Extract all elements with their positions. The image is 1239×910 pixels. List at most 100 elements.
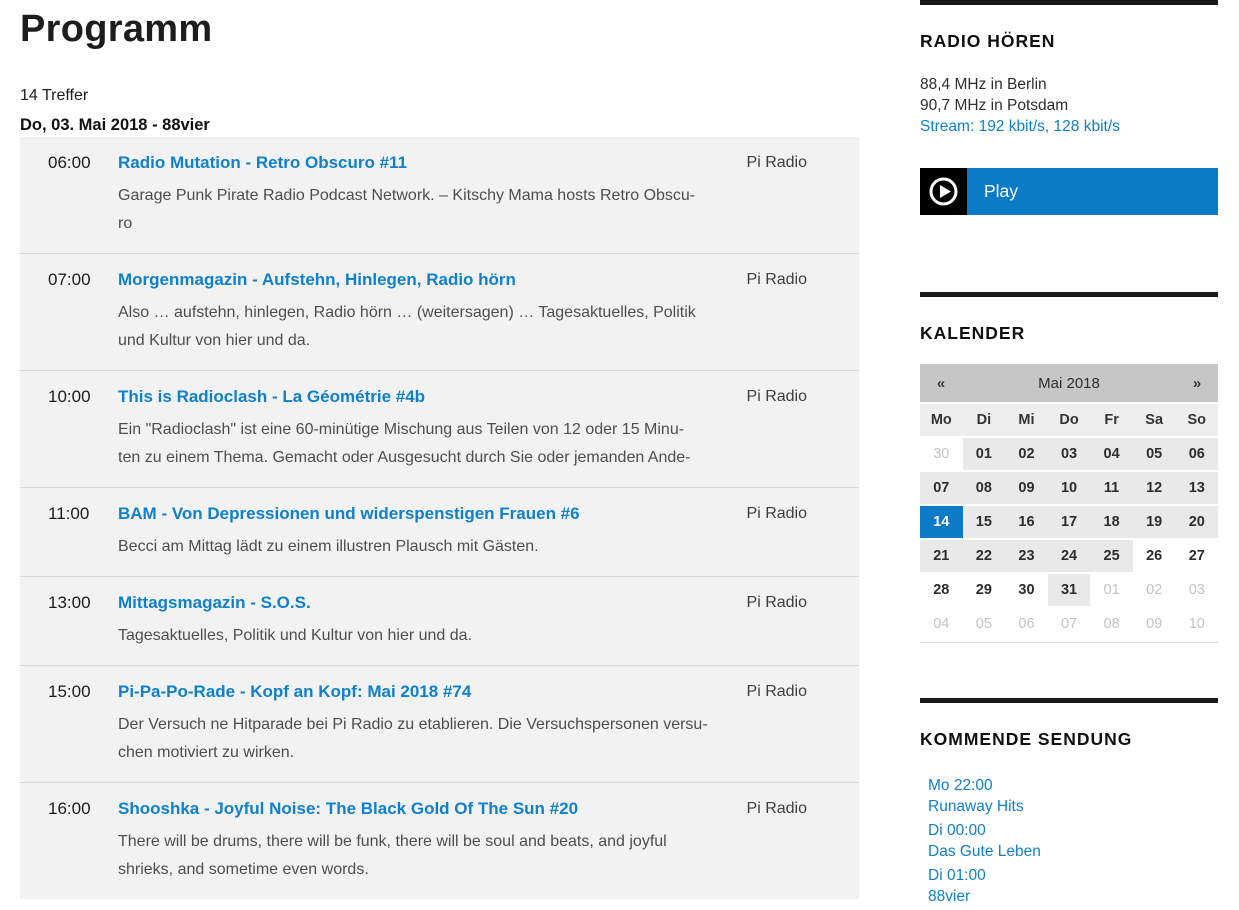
calendar-day[interactable]: 21 (920, 540, 963, 572)
calendar-week-row: 28293031010203 (920, 574, 1218, 606)
calendar-day: 09 (1133, 608, 1176, 640)
program-time: 06:00 (20, 151, 118, 175)
calendar-day: 29 (963, 574, 1006, 606)
calendar-day[interactable]: 02 (1005, 438, 1048, 470)
section-divider-bar (920, 292, 1218, 297)
upcoming-show-title: Das Gute Leben (928, 841, 1218, 862)
upcoming-show-link[interactable]: Mo 22:00Runaway Hits (928, 775, 1218, 817)
upcoming-show-time: Di 01:00 (928, 865, 1218, 886)
calendar-day[interactable]: 01 (963, 438, 1006, 470)
station-label: Pi Radio (727, 591, 859, 615)
stream-link-128[interactable]: 128 kbit/s (1054, 118, 1120, 135)
program-description: Garage Punk Pirate Radio Podcast Network… (118, 182, 727, 238)
program-description: There will be drums, there will be funk,… (118, 828, 727, 884)
calendar-day[interactable]: 25 (1090, 540, 1133, 572)
program-title-link[interactable]: Morgenmagazin - Aufstehn, Hinlegen, Radi… (118, 268, 516, 292)
program-time: 13:00 (20, 591, 118, 615)
program-time: 11:00 (20, 502, 118, 526)
calendar-day[interactable]: 04 (1090, 438, 1133, 470)
calendar-day-header: Fr (1090, 404, 1133, 436)
calendar-day[interactable]: 09 (1005, 472, 1048, 504)
upcoming-show-title: 88vier (928, 886, 1218, 907)
program-title-link[interactable]: Mittagsmagazin - S.O.S. (118, 591, 311, 615)
calendar-day-selected[interactable]: 14 (920, 506, 963, 538)
program-row: 16:00Shooshka - Joyful Noise: The Black … (20, 782, 859, 899)
calendar-day[interactable]: 20 (1175, 506, 1218, 538)
upcoming-show-link[interactable]: Di 01:0088vier (928, 865, 1218, 907)
calendar-day: 03 (1175, 574, 1218, 606)
play-circle-icon (920, 168, 967, 215)
calendar-day-header: Di (963, 404, 1006, 436)
calendar-day: 26 (1133, 540, 1176, 572)
program-time: 07:00 (20, 268, 118, 292)
calendar-day[interactable]: 11 (1090, 472, 1133, 504)
stream-links: Stream: 192 kbit/s, 128 kbit/s (920, 116, 1218, 137)
program-time: 15:00 (20, 680, 118, 704)
program-main: Mittagsmagazin - S.O.S. Tagesaktuelles, P… (118, 591, 727, 650)
program-description: Der Versuch ne Hitparade bei Pi Radio zu… (118, 711, 727, 767)
program-main: Morgenmagazin - Aufstehn, Hinlegen, Radi… (118, 268, 727, 355)
calendar-day: 10 (1175, 608, 1218, 640)
calendar-month-label: Mai 2018 (962, 375, 1176, 392)
calendar-day: 27 (1175, 540, 1218, 572)
calendar-day[interactable]: 17 (1048, 506, 1091, 538)
program-main: BAM - Von Depressionen und widerspenstig… (118, 502, 727, 561)
program-description: Becci am Mittag lädt zu einem illustren … (118, 533, 727, 561)
calendar-day[interactable]: 31 (1048, 574, 1091, 606)
program-main: Shooshka - Joyful Noise: The Black Gold … (118, 797, 727, 884)
calendar-day: 30 (1005, 574, 1048, 606)
program-row: 06:00Radio Mutation - Retro Obscuro #11 G… (20, 137, 859, 253)
calendar-day[interactable]: 19 (1133, 506, 1176, 538)
main-content: Programm 14 Treffer Do, 03. Mai 2018 - 8… (20, 0, 859, 910)
play-button[interactable]: Play (920, 168, 1218, 215)
calendar-day[interactable]: 08 (963, 472, 1006, 504)
program-title-link[interactable]: Radio Mutation - Retro Obscuro #11 (118, 151, 407, 175)
program-list: 06:00Radio Mutation - Retro Obscuro #11 G… (20, 137, 859, 899)
station-label: Pi Radio (727, 680, 859, 704)
station-label: Pi Radio (727, 797, 859, 821)
calendar-day[interactable]: 13 (1175, 472, 1218, 504)
calendar-day[interactable]: 07 (920, 472, 963, 504)
calendar-day[interactable]: 23 (1005, 540, 1048, 572)
calendar-week-row: 30010203040506 (920, 438, 1218, 470)
calendar-day: 04 (920, 608, 963, 640)
program-description: Also … aufstehn, hinlegen, Radio hörn … … (118, 299, 727, 355)
calendar-month-header: « Mai 2018 » (920, 364, 1218, 402)
calendar-week-row: 14151617181920 (920, 506, 1218, 538)
stream-separator: , (1045, 118, 1054, 135)
calendar-day: 02 (1133, 574, 1176, 606)
program-row: 10:00This is Radioclash - La Géométrie #… (20, 370, 859, 487)
calendar-day[interactable]: 03 (1048, 438, 1091, 470)
program-description: Tagesaktuelles, Politik und Kultur von h… (118, 622, 727, 650)
station-label: Pi Radio (727, 385, 859, 409)
program-title-link[interactable]: Pi-Pa-Po-Rade - Kopf an Kopf: Mai 2018 #… (118, 680, 471, 704)
calendar-week-row: 21222324252627 (920, 540, 1218, 572)
upcoming-show-link[interactable]: Di 00:00Das Gute Leben (928, 820, 1218, 862)
program-title-link[interactable]: Shooshka - Joyful Noise: The Black Gold … (118, 797, 578, 821)
upcoming-show-time: Mo 22:00 (928, 775, 1218, 796)
program-title-link[interactable]: BAM - Von Depressionen und widerspenstig… (118, 502, 580, 526)
calendar-day: 01 (1090, 574, 1133, 606)
calendar-prev-icon[interactable]: « (920, 375, 962, 392)
calendar-day: 06 (1005, 608, 1048, 640)
calendar-day[interactable]: 05 (1133, 438, 1176, 470)
calendar-day[interactable]: 22 (963, 540, 1006, 572)
station-label: Pi Radio (727, 502, 859, 526)
program-title-link[interactable]: This is Radioclash - La Géométrie #4b (118, 385, 425, 409)
calendar-week-row: 07080910111213 (920, 472, 1218, 504)
stream-link-192[interactable]: Stream: 192 kbit/s (920, 118, 1045, 135)
calendar-day[interactable]: 18 (1090, 506, 1133, 538)
calendar-day[interactable]: 16 (1005, 506, 1048, 538)
page-title: Programm (20, 6, 859, 52)
calendar-day[interactable]: 06 (1175, 438, 1218, 470)
calendar-next-icon[interactable]: » (1176, 375, 1218, 392)
calendar-day: 07 (1048, 608, 1091, 640)
upcoming-show-time: Di 00:00 (928, 820, 1218, 841)
calendar-day[interactable]: 15 (963, 506, 1006, 538)
calendar-day[interactable]: 24 (1048, 540, 1091, 572)
sidebar: RADIO HÖREN 88,4 MHz in Berlin 90,7 MHz … (920, 0, 1218, 910)
radio-listen-heading: RADIO HÖREN (920, 31, 1218, 51)
calendar-day[interactable]: 12 (1133, 472, 1176, 504)
station-label: Pi Radio (727, 151, 859, 175)
calendar-day[interactable]: 10 (1048, 472, 1091, 504)
